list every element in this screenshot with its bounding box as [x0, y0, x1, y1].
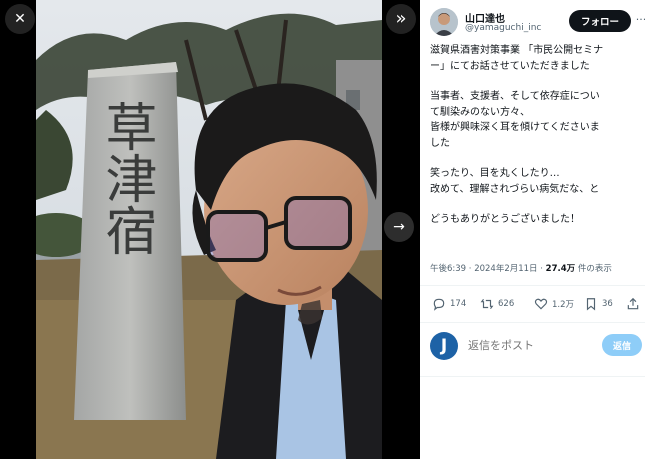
repost-action[interactable]: 626 [480, 292, 514, 316]
author-header: 山口達也 @yamaguchi_inc フォロー ··· [430, 8, 645, 36]
reply-button[interactable]: 返信 [602, 334, 642, 356]
avatar-image [430, 8, 458, 36]
tweet-text-line: した [430, 137, 450, 149]
meta-separator: · [537, 264, 546, 274]
tweet-meta: 午後6:39 · 2024年2月11日 · 27.4万 件の表示 [430, 262, 640, 274]
share-action[interactable] [626, 292, 644, 316]
bookmark-icon [586, 298, 596, 311]
repost-count: 626 [498, 299, 515, 309]
tweet-text-line: て馴染みのない方々、 [430, 106, 530, 118]
arrow-right-icon: → [393, 219, 405, 235]
tweet-text-line: 改めて、理解されづらい病気だな、と [430, 183, 600, 195]
tweet-time[interactable]: 午後6:39 [430, 264, 466, 274]
view-count: 27.4万 [545, 264, 576, 274]
follow-button[interactable]: フォロー [569, 10, 631, 32]
reply-icon [433, 298, 445, 311]
author-handle[interactable]: @yamaguchi_inc [465, 23, 541, 33]
next-image-button[interactable]: → [384, 212, 414, 242]
media-viewer: 草津宿 ✕ » → [0, 0, 420, 459]
meta-separator: · [466, 264, 475, 274]
reply-action[interactable]: 174 [432, 292, 466, 316]
close-icon: ✕ [14, 11, 26, 27]
heart-icon [534, 298, 548, 310]
tweet-text: 滋賀県酒害対策事業 「市民公開セミナ ー」にてお話させていただきました 当事者、支援… [430, 43, 634, 228]
action-bar: 174 626 1.2万 36 [430, 292, 640, 316]
close-button[interactable]: ✕ [5, 4, 35, 34]
tweet-panel: 山口達也 @yamaguchi_inc フォロー ··· 滋賀県酒害対策事業 「… [420, 0, 645, 459]
tweet-text-line: どうもありがとうございました！ [430, 214, 580, 225]
divider [420, 322, 645, 323]
more-options-icon[interactable]: ··· [635, 12, 645, 28]
view-count-suffix: 件の表示 [575, 264, 612, 274]
tweet-text-line: 滋賀県酒害対策事業 「市民公開セミナ [430, 45, 604, 56]
tweet-text-line: ー」にてお話させていただきました [430, 60, 590, 72]
expand-panel-button[interactable]: » [386, 4, 416, 34]
tweet-text-line: 当事者、支援者、そして依存症につい [430, 91, 600, 102]
bookmark-count: 36 [602, 299, 613, 309]
divider [420, 376, 645, 377]
double-chevron-right-icon: » [395, 7, 407, 29]
avatar[interactable] [430, 8, 458, 36]
stone-inscription: 草津宿 [96, 100, 156, 256]
bookmark-action[interactable]: 36 [584, 292, 613, 316]
reply-composer: J 返信 [430, 330, 642, 364]
share-icon [627, 297, 639, 310]
tweet-date[interactable]: 2024年2月11日 [474, 264, 537, 274]
like-action[interactable]: 1.2万 [534, 292, 574, 316]
divider [420, 285, 645, 286]
current-user-avatar: J [430, 332, 458, 360]
tweet-photo[interactable]: 草津宿 [36, 0, 382, 459]
repost-icon [480, 298, 494, 310]
tweet-text-line: 皆様が興味深く耳を傾けてくださいま [430, 122, 600, 133]
reply-count: 174 [450, 299, 467, 309]
like-count: 1.2万 [552, 300, 575, 310]
tweet-text-line: 笑ったり、目を丸くしたり… [430, 168, 560, 179]
reply-input[interactable] [468, 336, 608, 356]
